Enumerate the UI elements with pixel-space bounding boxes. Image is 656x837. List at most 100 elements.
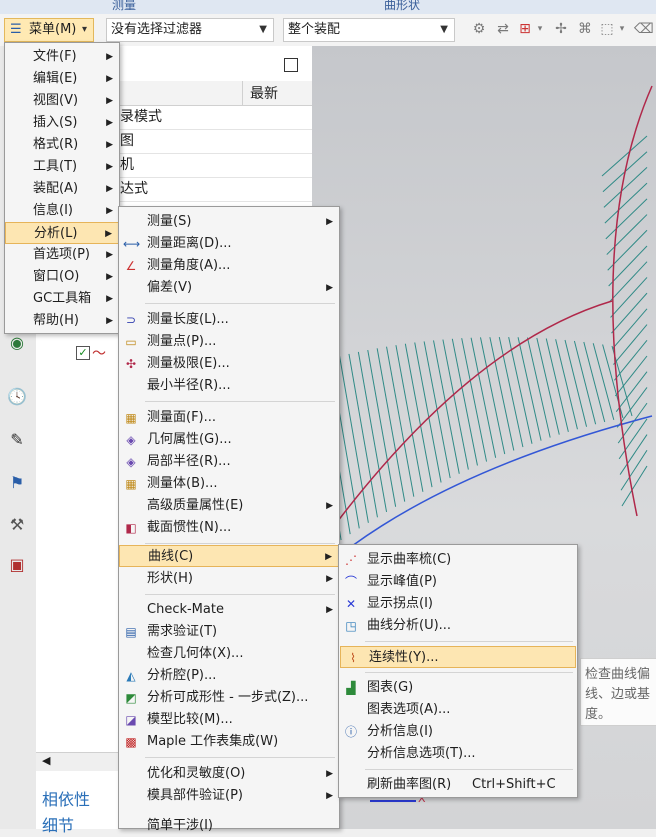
selection-filter-select[interactable]: 没有选择过滤器 ▼ [106,18,274,42]
menu-item-help[interactable]: 帮助(H) ▶ [5,310,119,332]
box-select-icon[interactable]: ⬚ [598,20,616,38]
details-tab[interactable]: 细节 [42,812,74,836]
menu-item-mold-validation[interactable]: 模具部件验证(P) ▶ [119,785,339,807]
comb-line [536,337,560,435]
menu-item-deviation[interactable]: 偏差(V) ▶ [119,277,339,299]
menu-item-requirements-validation[interactable]: ▤ 需求验证(T) [119,621,339,643]
menu-item-curve[interactable]: 曲线(C) ▶ [119,545,339,567]
submenu-arrow-icon: ▶ [106,96,113,106]
menu-item-assembly[interactable]: 装配(A) ▶ [5,178,119,200]
chevron-down-icon[interactable]: ▾ [618,20,626,38]
menu-item-format[interactable]: 格式(R) ▶ [5,134,119,156]
menu-item-measure-body[interactable]: ▦ 测量体(B)... [119,473,339,495]
menu-item-measure-face[interactable]: ▦ 测量面(F)... [119,407,339,429]
menu-item-file[interactable]: 文件(F) ▶ [5,46,119,68]
dependencies-tab[interactable]: 相依性 [42,786,90,810]
menu-icon: ☰ [10,22,22,37]
menu-button[interactable]: ☰ 菜单(M) ▾ [4,18,94,42]
menu-item-view[interactable]: 视图(V) ▶ [5,90,119,112]
maximize-icon[interactable] [284,58,298,72]
menu-item-inflections[interactable]: ✕ 显示拐点(I) [339,593,577,615]
submenu-arrow-icon: ▶ [326,501,333,511]
measure-point-icon: ▭ [125,335,137,349]
menu-item-min-radius[interactable]: 最小半径(R)... [119,375,339,397]
comb-line [470,337,497,458]
menu-item-tools[interactable]: 工具(T) ▶ [5,156,119,178]
menu-item-maple-integration[interactable]: ▩ Maple 工作表集成(W) [119,731,339,753]
measure-face-icon: ▦ [125,411,137,425]
menu-item-preferences[interactable]: 首选项(P) ▶ [5,244,119,266]
transform-icon[interactable]: ⇄ [494,20,512,38]
geometric-properties-icon: ◈ [126,433,136,447]
tree-checkbox[interactable]: ✓ [76,346,90,360]
palette-icon[interactable]: ▣ [6,554,28,576]
ribbon-tab-measure[interactable]: 测量 [112,0,136,13]
menu-item-measure[interactable]: 测量(S) ▶ [119,211,339,233]
submenu-arrow-icon: ▶ [106,184,113,194]
menu-item-curve-analysis[interactable]: ◳ 曲线分析(U)... [339,615,577,637]
menu-item-simple-interference[interactable]: 简单干涉(I) [119,815,339,837]
menu-item-edit[interactable]: 编辑(E) ▶ [5,68,119,90]
menu-item-check-mate[interactable]: Check-Mate ▶ [119,599,339,621]
point-snap-icon[interactable]: ✢ [552,20,570,38]
menu-item-measure-point[interactable]: ▭ 测量点(P)... [119,331,339,353]
menu-item-graph[interactable]: ▟ 图表(G) [339,677,577,699]
comb-line [613,324,648,365]
peaks-icon: ⌒ [344,575,357,589]
web-icon[interactable]: ◉ [6,332,28,354]
menu-item-model-compare[interactable]: ◪ 模型比较(M)... [119,709,339,731]
nav-row[interactable]: 机 [120,153,338,178]
ribbon-tab-shape[interactable]: 曲形状 [384,0,420,13]
chevron-down-icon: ▼ [440,24,448,35]
menu-item-section-inertia[interactable]: ◧ 截面惯性(N)... [119,517,339,539]
menu-item-measure-length[interactable]: ⊃ 测量长度(L)... [119,309,339,331]
snap-icon[interactable]: ⚙ [470,20,488,38]
tool-icon[interactable]: ✎ [6,429,28,451]
menu-item-measure-angle[interactable]: ∠ 测量角度(A)... [119,255,339,277]
menu-item-local-radius[interactable]: ◈ 局部半径(R)... [119,451,339,473]
menu-item-analyze-cavity[interactable]: ◭ 分析腔(P)... [119,665,339,687]
nav-row[interactable]: 图 [120,129,338,154]
measure-distance-icon: ⟷ [123,237,141,251]
menu-item-optimization[interactable]: 优化和灵敏度(O) ▶ [119,763,339,785]
menu-item-geometric-properties[interactable]: ◈ 几何属性(G)... [119,429,339,451]
measure-length-icon: ⊃ [125,313,137,327]
system-icon[interactable]: ⚒ [6,514,28,536]
nav-row[interactable]: 录模式 [120,105,338,130]
eraser-icon[interactable]: ⌫ [634,20,654,38]
assembly-scope-value: 整个装配 [288,22,341,37]
menu-item-examine-geometry[interactable]: 检查几何体(X)... [119,643,339,665]
menu-item-measure-limits[interactable]: ✣ 测量极限(E)... [119,353,339,375]
nav-row[interactable]: 达式 [120,177,338,202]
column-header-latest[interactable]: 最新 [250,83,278,103]
menu-separator [145,543,335,544]
scroll-left-icon[interactable]: ◀ [42,754,50,767]
menu-item-shape[interactable]: 形状(H) ▶ [119,568,339,590]
comb-line [612,308,648,350]
menu-item-advanced-mass-properties[interactable]: 高级质量属性(E) ▶ [119,495,339,517]
menu-item-gc-toolbox[interactable]: GC工具箱 ▶ [5,288,119,310]
filter-edge-icon[interactable]: ⌘ [576,20,594,38]
history-clock-icon[interactable]: 🕓 [6,386,28,408]
menu-item-analysis[interactable]: 分析(L) ▶ [5,222,119,244]
menu-item-formability[interactable]: ◩ 分析可成形性 - 一步式(Z)... [119,687,339,709]
inner-curve[interactable] [351,415,653,547]
menu-item-analysis-info-options[interactable]: 分析信息选项(T)... [339,743,577,765]
menu-item-show-peaks[interactable]: ⌒ 显示峰值(P) [339,571,577,593]
menu-item-window[interactable]: 窗口(O) ▶ [5,266,119,288]
menu-item-graph-options[interactable]: 图表选项(A)... [339,699,577,721]
roles-icon[interactable]: ⚑ [6,472,28,494]
continuity-icon: ⌇ [350,651,356,665]
chevron-down-icon[interactable]: ▾ [536,20,544,38]
select-add-icon[interactable]: ⊞ [516,20,534,38]
menu-item-info[interactable]: 信息(I) ▶ [5,200,119,222]
menu-item-analysis-info[interactable]: ⓘ 分析信息(I) [339,721,577,743]
menu-item-curvature-comb[interactable]: ⋰ 显示曲率梳(C) [339,549,577,571]
graph-icon: ▟ [346,681,356,695]
menu-item-refresh-curvature[interactable]: 刷新曲率图(R) Ctrl+Shift+C [339,774,577,796]
menu-item-continuity[interactable]: ⌇ 连续性(Y)... [340,646,576,668]
menu-item-measure-distance[interactable]: ⟷ 测量距离(D)... [119,233,339,255]
menu-item-insert[interactable]: 插入(S) ▶ [5,112,119,134]
curvature-comb-icon: ⋰ [345,553,357,567]
assembly-scope-select[interactable]: 整个装配 ▼ [283,18,455,42]
